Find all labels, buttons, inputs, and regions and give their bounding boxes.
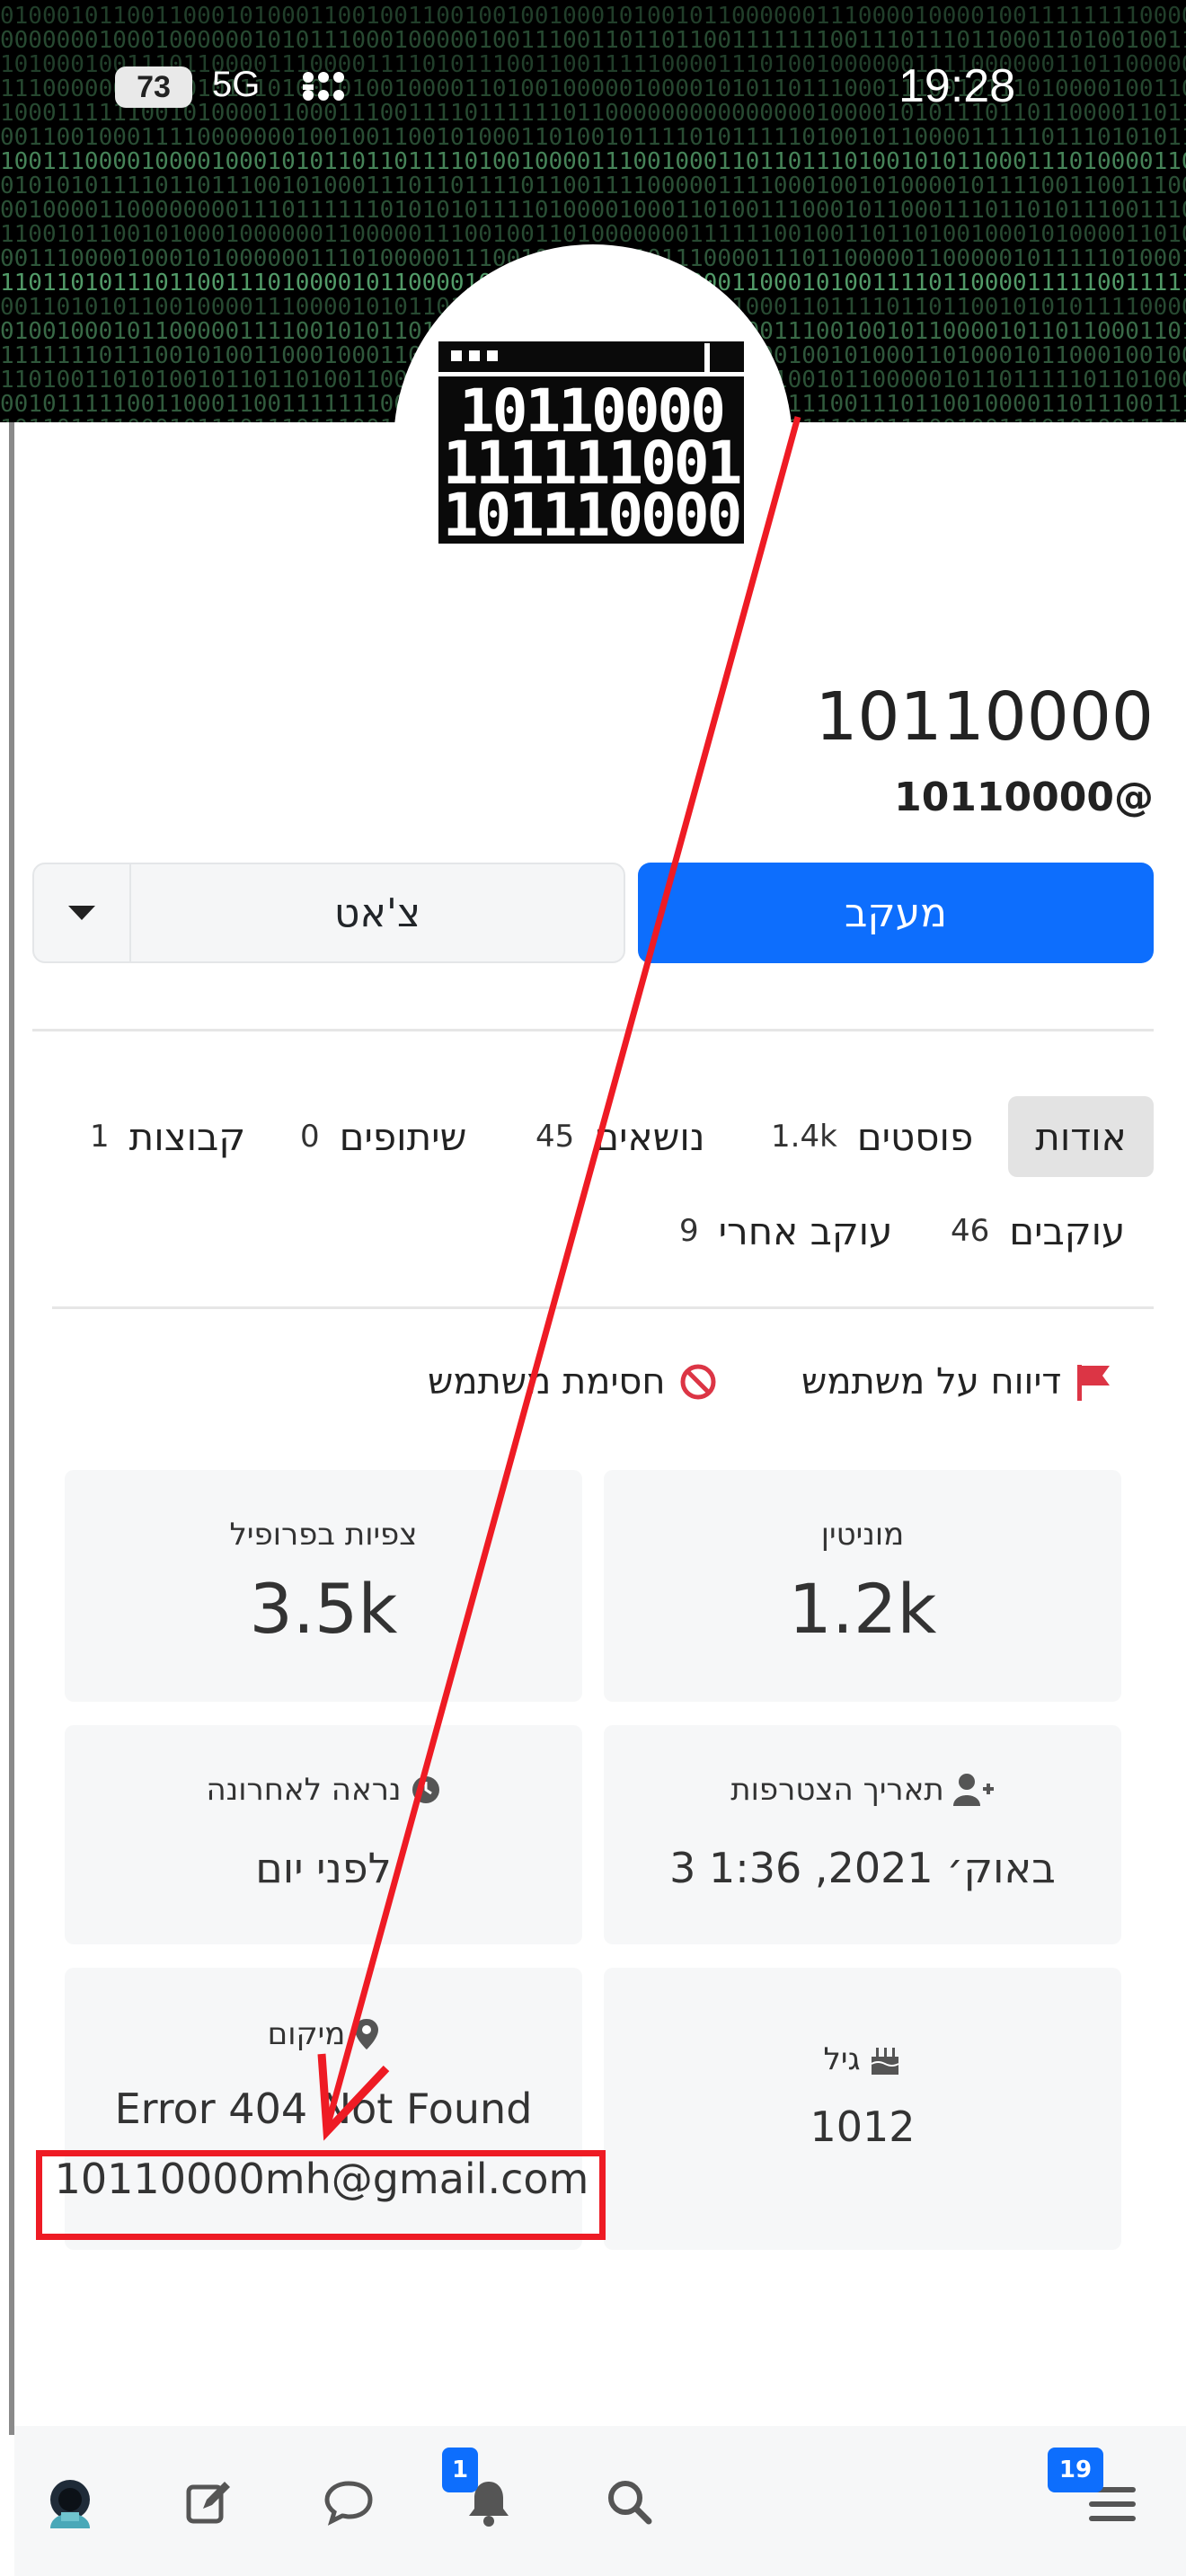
cake-icon bbox=[871, 2048, 899, 2075]
reputation-card: מוניטין 1.2k bbox=[604, 1470, 1121, 1702]
divider bbox=[32, 1029, 1154, 1031]
tab-count: 1 bbox=[90, 1119, 110, 1155]
divider bbox=[52, 1306, 1154, 1309]
tab-count: 0 bbox=[300, 1119, 320, 1155]
tab-label: עוקבים bbox=[1009, 1208, 1126, 1253]
card-label: מוניטין bbox=[820, 1517, 905, 1553]
tab-label: נושאים bbox=[594, 1114, 705, 1159]
tab-shares[interactable]: 0 שיתופים bbox=[300, 1096, 466, 1177]
menu-badge: 19 bbox=[1048, 2448, 1103, 2492]
tab-following[interactable]: 9 עוקב אחרי bbox=[679, 1191, 892, 1271]
card-value: 3.5k bbox=[249, 1569, 398, 1649]
card-label-row: מיקום bbox=[65, 2016, 582, 2052]
block-label: חסימת משתמש bbox=[428, 1361, 666, 1403]
clock-icon bbox=[412, 1776, 439, 1803]
display-name: 10110000 bbox=[815, 678, 1154, 756]
tab-label: שיתופים bbox=[339, 1114, 467, 1159]
caret-down-icon bbox=[68, 906, 95, 920]
chat-icon[interactable] bbox=[320, 2473, 377, 2530]
signal-dots-icon bbox=[302, 70, 347, 106]
card-label-row: תאריך הצטרפות bbox=[604, 1772, 1121, 1808]
tab-label: אודות bbox=[1035, 1114, 1127, 1159]
flag-icon bbox=[1077, 1365, 1111, 1401]
card-label-row: נראה לאחרונה bbox=[65, 1772, 582, 1808]
compose-icon[interactable] bbox=[180, 2473, 237, 2530]
joined-card: תאריך הצטרפות 3 באוק׳ 2021, 1:36 bbox=[604, 1725, 1121, 1944]
tab-label: פוסטים bbox=[856, 1114, 974, 1159]
tab-posts[interactable]: 1.4k פוסטים bbox=[771, 1096, 973, 1177]
notifications-badge: 1 bbox=[442, 2448, 478, 2492]
chat-button[interactable]: צ'אט bbox=[131, 864, 624, 961]
block-icon bbox=[680, 1364, 716, 1400]
avatar-line: 101110000 bbox=[442, 481, 743, 550]
tab-about[interactable]: אודות bbox=[1008, 1096, 1154, 1177]
report-label: דיווח על משתמש bbox=[801, 1361, 1062, 1403]
chat-dropdown-toggle[interactable] bbox=[34, 864, 131, 961]
chat-button-group: צ'אט bbox=[32, 863, 625, 963]
left-border bbox=[9, 422, 14, 2435]
tab-count: 45 bbox=[535, 1119, 575, 1155]
user-avatar-icon[interactable] bbox=[41, 2473, 99, 2530]
matrix-text-row: 0011001000111100000001001001100101000110… bbox=[0, 124, 1186, 151]
tab-count: 46 bbox=[951, 1213, 990, 1249]
card-value: 3 באוק׳ 2021, 1:36 bbox=[669, 1844, 1056, 1892]
card-label-row: גיל bbox=[604, 2041, 1121, 2077]
card-label: גיל bbox=[823, 2041, 861, 2077]
card-value: 1012 bbox=[810, 2102, 916, 2151]
block-user-link[interactable]: חסימת משתמש bbox=[428, 1350, 718, 1413]
matrix-text-row: 0010000110000000011101111110101010111101… bbox=[0, 197, 1186, 224]
age-card: גיל 1012 bbox=[604, 1968, 1121, 2250]
profile-views-card: צפיות בפרופיל 3.5k bbox=[65, 1470, 582, 1702]
location-value-line1: Error 404 Not Found bbox=[114, 2085, 533, 2133]
card-value: 1.2k bbox=[788, 1569, 937, 1649]
card-value: לפני יום bbox=[255, 1844, 392, 1892]
tab-topics[interactable]: 45 נושאים bbox=[535, 1096, 705, 1177]
tab-count: 9 bbox=[679, 1213, 699, 1249]
search-icon[interactable] bbox=[600, 2473, 658, 2530]
annotation-highlight-box bbox=[36, 2150, 606, 2240]
user-handle: 10110000@ bbox=[894, 775, 1154, 820]
status-time: 19:28 bbox=[898, 60, 1016, 112]
report-user-link[interactable]: דיווח על משתמש bbox=[801, 1350, 1113, 1413]
avatar-binary-image: 10110000 111111001 101110000 bbox=[438, 341, 744, 550]
tab-groups[interactable]: 1 קבוצות bbox=[90, 1096, 245, 1177]
tab-count: 1.4k bbox=[771, 1119, 837, 1155]
tab-label: עוקב אחרי bbox=[718, 1208, 893, 1253]
user-plus-icon bbox=[952, 1774, 994, 1806]
card-label: מיקום bbox=[267, 2016, 346, 2052]
battery-indicator: 73 bbox=[115, 66, 192, 108]
tab-label: קבוצות bbox=[128, 1114, 246, 1159]
matrix-text-row: 1001110000100001000101011011011110100100… bbox=[0, 148, 1186, 175]
card-label: תאריך הצטרפות bbox=[730, 1772, 944, 1808]
tab-followers[interactable]: 46 עוקבים bbox=[951, 1191, 1125, 1271]
network-label: 5G bbox=[212, 65, 261, 104]
map-pin-icon bbox=[355, 2019, 379, 2049]
matrix-text-row: 0101010111101101110010100011101101111011… bbox=[0, 173, 1186, 199]
card-label: נראה לאחרונה bbox=[206, 1772, 402, 1808]
follow-button[interactable]: מעקב bbox=[638, 863, 1154, 963]
last-seen-card: נראה לאחרונה לפני יום bbox=[65, 1725, 582, 1944]
card-label: צפיות בפרופיל bbox=[229, 1517, 418, 1553]
